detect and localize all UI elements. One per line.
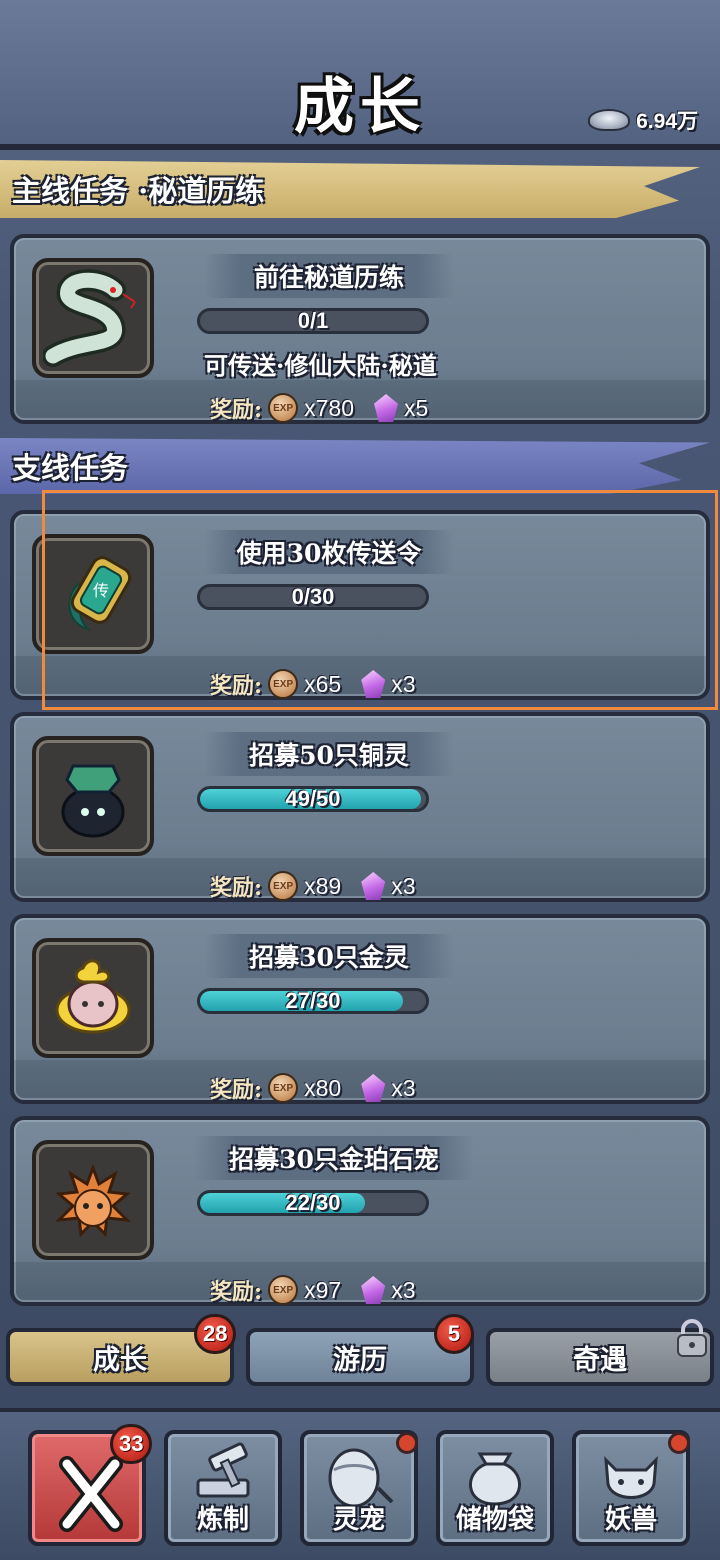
main-quest-card[interactable]: 前往秘道历练 0/1 可传送·修仙大陆·秘道 奖励: EXP x780 x5 — [10, 234, 710, 424]
exp-amount: x89 — [304, 872, 342, 899]
gem-icon — [361, 1074, 386, 1102]
quest-icon-frame — [32, 258, 154, 378]
tab-label: 游历 — [333, 1344, 387, 1376]
nav-label: 灵宠 — [332, 1505, 385, 1535]
side-quest-card[interactable]: 传 使用30枚传送令 0/30 奖励: EXP x65 x3 — [10, 510, 710, 700]
task-progress-bar: 27/30 — [197, 988, 429, 1014]
reward-row: 奖励: EXP x65 x3 — [210, 668, 416, 700]
currency-value: 6.94万 — [636, 110, 698, 133]
nav-label: 炼制 — [196, 1505, 249, 1535]
exp-amount: x80 — [304, 1074, 342, 1101]
header: 成长 6.94万 — [0, 0, 720, 150]
progress-text: 49/50 — [285, 786, 341, 811]
lock-icon — [677, 1319, 707, 1357]
gem-icon — [361, 872, 386, 900]
svg-text:传: 传 — [93, 581, 109, 600]
reward-label: 奖励: — [210, 875, 263, 901]
task-progress-bar: 22/30 — [197, 1190, 429, 1216]
quest-icon-frame — [32, 736, 154, 856]
progress-text: 0/30 — [291, 584, 335, 609]
side-quest-banner: 支线任务 — [0, 438, 710, 494]
exp-icon: EXP — [268, 393, 299, 423]
progress-text: 27/30 — [285, 988, 341, 1013]
exp-icon: EXP — [268, 669, 299, 699]
nav-label: 储物袋 — [455, 1505, 534, 1535]
task-name: 前往秘道历练 — [204, 254, 454, 298]
task-name: 招募30只金灵 — [204, 934, 454, 978]
reward-label: 奖励: — [210, 1279, 263, 1305]
task-name: 招募30只金珀石宠 — [194, 1136, 474, 1180]
side-quest-card[interactable]: 招募30只金灵 27/30 奖励: EXP x80 x3 — [10, 914, 710, 1104]
silver-currency: 6.94万 — [588, 104, 698, 136]
tab-label: 奇遇 — [573, 1344, 627, 1376]
exp-icon: EXP — [268, 871, 299, 901]
exp-amount: x65 — [304, 670, 342, 697]
gem-amount: x3 — [391, 1074, 416, 1101]
reward-label: 奖励: — [210, 673, 263, 699]
gem-icon — [361, 670, 386, 698]
gem-icon — [374, 394, 398, 422]
teleport-location[interactable]: 可传送·修仙大陆·秘道 — [204, 346, 437, 381]
exp-icon: EXP — [268, 1275, 299, 1305]
exp-amount: x780 — [304, 394, 354, 421]
notification-dot — [668, 1432, 690, 1454]
nav-pet-button[interactable]: 灵宠 — [300, 1430, 418, 1546]
quest-icon-frame: 传 — [32, 534, 154, 654]
gem-amount: x3 — [391, 872, 416, 899]
gem-amount: x3 — [391, 670, 416, 697]
tab-badge: 5 — [434, 1314, 474, 1354]
quest-icon-frame — [32, 1140, 154, 1260]
task-progress-bar: 0/1 — [197, 308, 429, 334]
copper-spirit-icon — [61, 764, 125, 838]
reward-row: 奖励: EXP x780 x5 — [210, 392, 428, 424]
side-quest-card[interactable]: 招募50只铜灵 49/50 奖励: EXP x89 x3 — [10, 712, 710, 902]
task-name: 使用30枚传送令 — [204, 530, 454, 574]
nav-beast-button[interactable]: 妖兽 — [572, 1430, 690, 1546]
side-quest-card[interactable]: 招募30只金珀石宠 22/30 奖励: EXP x97 x3 — [10, 1116, 710, 1306]
tab-label: 成长 — [93, 1344, 147, 1376]
reward-row: 奖励: EXP x80 x3 — [210, 1072, 416, 1104]
teleport-token-icon: 传 — [68, 556, 132, 631]
exp-icon: EXP — [268, 1073, 299, 1103]
main-quest-banner: 主线任务 ·秘道历练 — [0, 160, 700, 218]
progress-text: 22/30 — [285, 1190, 341, 1215]
snake-icon — [43, 269, 136, 367]
task-progress-bar: 0/30 — [197, 584, 429, 610]
bottom-nav: 33 炼制 灵宠 储物袋 妖兽 — [0, 1408, 720, 1560]
reward-label: 奖励: — [210, 397, 263, 423]
reward-label: 奖励: — [210, 1077, 263, 1103]
amber-stone-pet-icon — [54, 1163, 132, 1238]
nav-storage-button[interactable]: 储物袋 — [436, 1430, 554, 1546]
close-button[interactable]: 33 — [28, 1424, 153, 1546]
notification-dot — [396, 1432, 418, 1454]
tab-badge: 28 — [194, 1314, 237, 1354]
task-name: 招募50只铜灵 — [204, 732, 454, 776]
gem-amount: x3 — [391, 1276, 416, 1303]
quest-icon-frame — [32, 938, 154, 1058]
progress-text: 0/1 — [297, 308, 329, 333]
exp-amount: x97 — [304, 1276, 342, 1303]
reward-row: 奖励: EXP x89 x3 — [210, 870, 416, 902]
silver-ingot-icon — [588, 109, 631, 131]
gem-icon — [361, 1276, 386, 1304]
nav-forge-button[interactable]: 炼制 — [164, 1430, 282, 1546]
close-badge: 33 — [110, 1424, 153, 1464]
nav-label: 妖兽 — [604, 1505, 657, 1535]
gold-spirit-icon — [55, 959, 131, 1034]
reward-row: 奖励: EXP x97 x3 — [210, 1274, 416, 1306]
category-tabs: 成长 28 游历 5 奇遇 — [0, 1314, 720, 1400]
gem-amount: x5 — [404, 394, 429, 421]
task-progress-bar: 49/50 — [197, 786, 429, 812]
